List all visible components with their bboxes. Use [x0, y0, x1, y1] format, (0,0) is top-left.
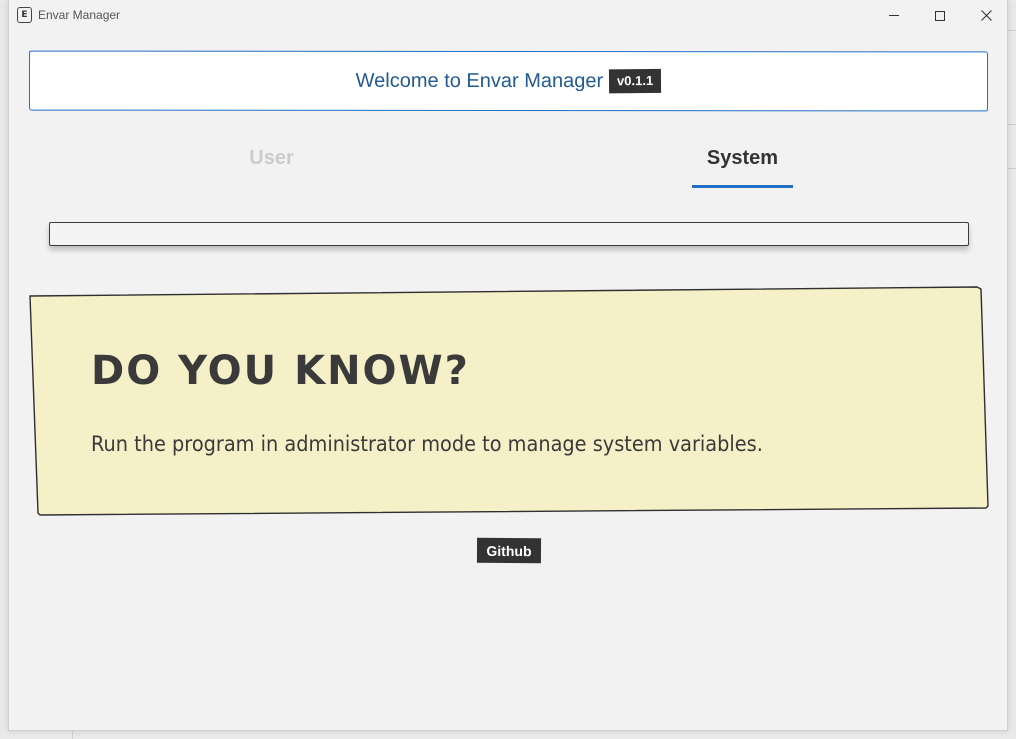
variables-input-bar[interactable]: [49, 222, 969, 246]
window-title: Envar Manager: [38, 8, 121, 22]
close-icon: [980, 10, 992, 21]
tab-user[interactable]: User: [219, 135, 324, 189]
minimize-icon: [889, 15, 899, 16]
app-window: E Envar Manager Welcome to Envar Manager…: [8, 0, 1008, 731]
version-badge: v0.1.1: [609, 68, 662, 94]
github-button[interactable]: Github: [476, 537, 542, 564]
variable-scope-tabs: User System: [29, 135, 988, 189]
background-divider: [1008, 124, 1016, 125]
tip-title: DO YOU KNOW?: [91, 348, 470, 394]
minimize-button[interactable]: [871, 0, 917, 31]
maximize-button[interactable]: [917, 0, 963, 31]
app-logo-letter: E: [21, 10, 28, 20]
background-divider: [72, 731, 73, 739]
maximize-icon: [935, 10, 945, 21]
tip-body: Run the program in administrator mode to…: [91, 432, 763, 456]
active-tab-indicator: [692, 185, 793, 188]
welcome-title: Welcome to Envar Manager: [355, 69, 604, 92]
tip-card: DO YOU KNOW? Run the program in administ…: [29, 286, 989, 517]
app-logo-icon: E: [17, 7, 32, 23]
welcome-banner: Welcome to Envar Manager v0.1.1: [28, 50, 989, 112]
title-bar[interactable]: E Envar Manager: [9, 0, 1007, 31]
close-button[interactable]: [963, 0, 1009, 31]
tip-card-background: [29, 286, 989, 516]
background-divider: [1008, 168, 1016, 169]
background-divider: [1008, 30, 1016, 31]
tab-system[interactable]: System: [692, 135, 793, 189]
